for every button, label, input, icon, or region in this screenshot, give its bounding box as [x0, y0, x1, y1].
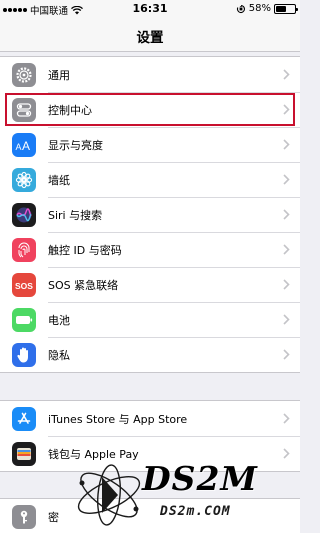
settings-row-label: SOS 紧急联络	[48, 278, 119, 292]
chevron-right-icon	[283, 279, 290, 290]
settings-row-itunes-app-store[interactable]: iTunes Store 与 App Store	[0, 401, 300, 436]
settings-row-wallpaper[interactable]: 墙纸	[0, 162, 300, 197]
text-size-icon: A A	[12, 132, 36, 157]
settings-row-label: 钱包与 Apple Pay	[48, 447, 139, 461]
orientation-lock-icon	[236, 4, 245, 13]
chevron-right-icon	[283, 209, 290, 220]
battery-icon	[12, 307, 36, 332]
chevron-right-icon	[283, 349, 290, 360]
flower-icon	[12, 167, 36, 192]
settings-row-control-center[interactable]: 控制中心	[0, 92, 300, 127]
svg-text:SOS: SOS	[15, 281, 33, 291]
sos-icon: SOS	[12, 272, 36, 297]
settings-row-label: 墙纸	[48, 173, 70, 187]
settings-row-label: 显示与亮度	[48, 138, 103, 152]
siri-icon	[12, 202, 36, 227]
battery-icon	[274, 3, 298, 14]
settings-group-main: 通用 控制中心 A A 显示与亮度 墙纸 Siri 与搜索 触控 ID 与密码 …	[0, 56, 300, 373]
wallet-icon	[12, 441, 36, 466]
hand-icon	[12, 342, 36, 367]
settings-group-accounts: 密	[0, 498, 300, 533]
settings-row-touch-id-passcode[interactable]: 触控 ID 与密码	[0, 232, 300, 267]
chevron-right-icon	[283, 413, 290, 424]
settings-row-label: iTunes Store 与 App Store	[48, 412, 188, 426]
chevron-right-icon	[283, 314, 290, 325]
settings-row-label: Siri 与搜索	[48, 208, 103, 222]
svg-text:A: A	[22, 139, 30, 152]
settings-row-privacy[interactable]: 隐私	[0, 337, 300, 372]
navigation-bar: 设置	[0, 18, 300, 52]
settings-group-stores: iTunes Store 与 App Store 钱包与 Apple Pay	[0, 400, 300, 472]
settings-row-label: 电池	[48, 313, 70, 327]
settings-row-label: 通用	[48, 68, 70, 82]
settings-row-siri-search[interactable]: Siri 与搜索	[0, 197, 300, 232]
highlight-box	[5, 93, 295, 126]
settings-row-label: 触控 ID 与密码	[48, 243, 122, 257]
key-icon	[12, 504, 36, 529]
settings-row-label: 隐私	[48, 348, 70, 362]
page-title: 设置	[136, 30, 164, 46]
chevron-right-icon	[283, 448, 290, 459]
settings-row-label: 密	[48, 510, 59, 524]
status-bar: 中国联通 16:31 58%	[0, 0, 300, 18]
svg-text:A: A	[16, 142, 22, 152]
chevron-right-icon	[283, 244, 290, 255]
settings-row-general[interactable]: 通用	[0, 57, 300, 92]
chevron-right-icon	[283, 174, 290, 185]
chevron-right-icon	[283, 69, 290, 80]
fingerprint-icon	[12, 237, 36, 262]
settings-row-battery[interactable]: 电池	[0, 302, 300, 337]
gear-icon	[12, 62, 36, 87]
settings-row-emergency-sos[interactable]: SOS SOS 紧急联络	[0, 267, 300, 302]
settings-row-display-brightness[interactable]: A A 显示与亮度	[0, 127, 300, 162]
settings-row-wallet-apple-pay[interactable]: 钱包与 Apple Pay	[0, 436, 300, 471]
chevron-right-icon	[283, 139, 290, 150]
settings-row-passwords[interactable]: 密	[0, 499, 300, 533]
battery-percent: 58%	[248, 3, 271, 14]
app-store-icon	[12, 406, 36, 431]
